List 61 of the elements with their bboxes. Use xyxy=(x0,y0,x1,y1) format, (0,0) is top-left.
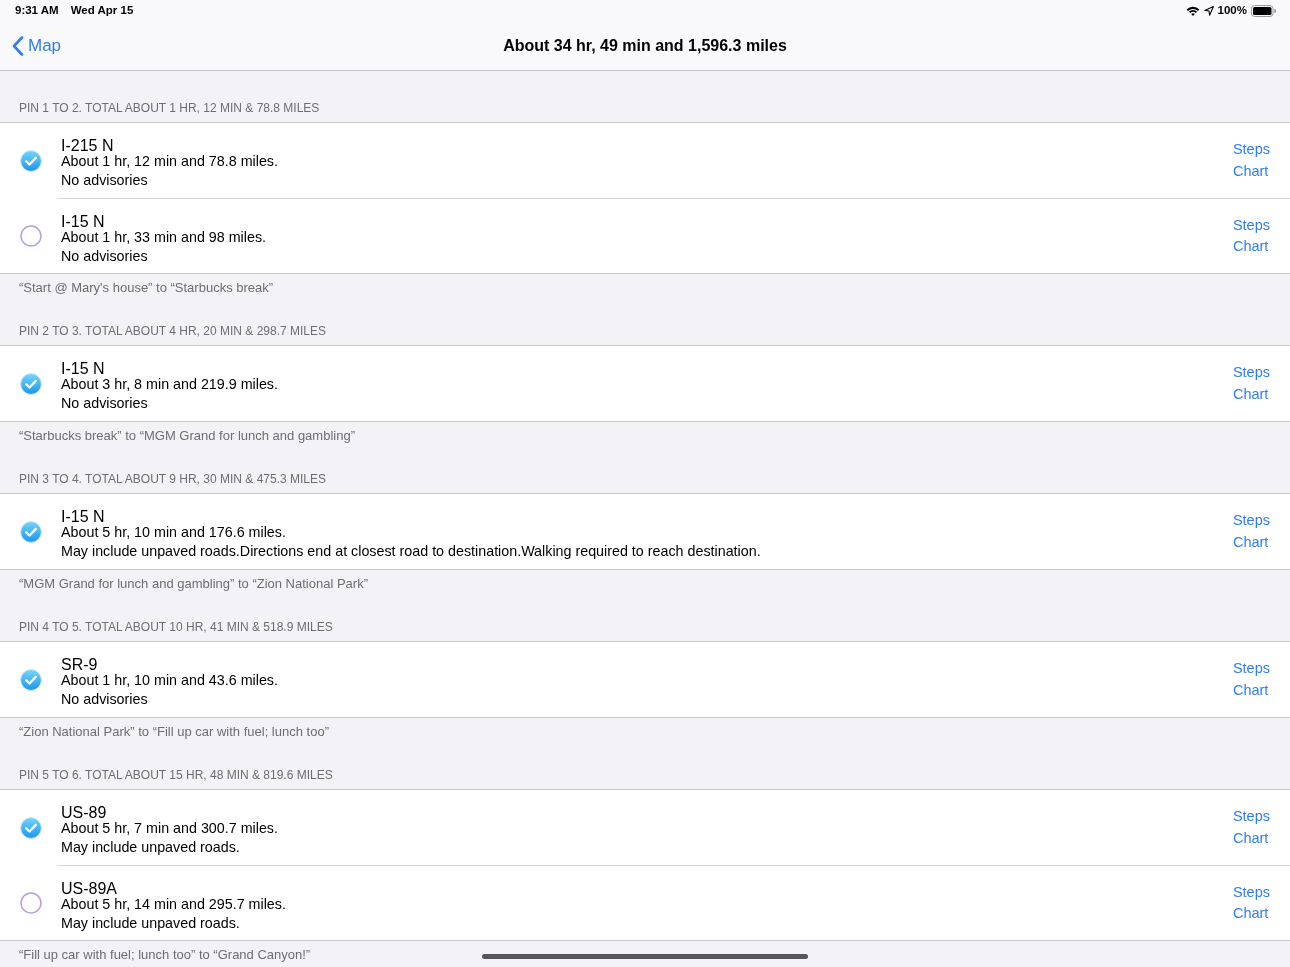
route-summary: About 1 hr, 12 min and 78.8 miles. xyxy=(61,154,278,169)
route-summary: About 5 hr, 10 min and 176.6 miles. xyxy=(61,525,286,540)
section-footer: “Starbucks break” to “MGM Grand for lunch and gambling” xyxy=(19,428,355,444)
route-summary: About 1 hr, 33 min and 98 miles. xyxy=(61,230,267,245)
check-circle-icon[interactable] xyxy=(20,816,42,839)
location-arrow-icon xyxy=(1203,6,1214,16)
route-name: I-215 N xyxy=(61,138,114,154)
route-name: US-89A xyxy=(61,881,118,897)
section-header: PIN 1 TO 2. TOTAL ABOUT 1 HR, 12 MIN & 78.8 MILES xyxy=(19,100,320,116)
route-advisory: May include unpaved roads. xyxy=(61,838,240,857)
route-advisory: May include unpaved roads.Directions end at closest road to destination.Walking required to reach destination. xyxy=(61,542,761,561)
section-header: PIN 3 TO 4. TOTAL ABOUT 9 HR, 30 MIN & 475.3 MILES xyxy=(19,471,326,487)
check-circle-icon[interactable] xyxy=(20,149,42,172)
section-footer: “Start @ Mary's house” to “Starbucks break” xyxy=(19,280,274,296)
action-link[interactable]: Steps xyxy=(1232,658,1270,680)
action-link[interactable]: Chart xyxy=(1232,160,1269,182)
section-header: PIN 2 TO 3. TOTAL ABOUT 4 HR, 20 MIN & 298.7 MILES xyxy=(19,323,326,339)
status-time: 9:31 AM xyxy=(15,3,59,19)
empty-circle-icon[interactable] xyxy=(20,891,42,914)
action-link[interactable]: Steps xyxy=(1232,881,1270,903)
battery-icon xyxy=(1251,5,1276,17)
route-summary: About 3 hr, 8 min and 219.9 miles. xyxy=(61,377,278,392)
section-footer: “MGM Grand for lunch and gambling” to “Zion National Park” xyxy=(19,576,368,592)
nav-title: About 34 hr, 49 min and 1,596.3 miles xyxy=(503,36,787,56)
action-link[interactable]: Steps xyxy=(1232,362,1270,384)
route-name: US-89 xyxy=(61,805,107,821)
route-advisory: No advisories xyxy=(61,171,148,190)
check-circle-icon[interactable] xyxy=(20,668,42,691)
action-link[interactable]: Chart xyxy=(1232,903,1269,925)
section-footer: “Zion National Park” to “Fill up car with fuel; lunch too” xyxy=(19,724,329,740)
route-advisory: No advisories xyxy=(61,690,148,709)
wifi-icon xyxy=(1185,6,1200,16)
route-summary: About 1 hr, 10 min and 43.6 miles. xyxy=(61,673,278,688)
back-button[interactable]: Map xyxy=(12,35,66,57)
check-circle-icon[interactable] xyxy=(20,372,42,395)
route-summary: About 5 hr, 7 min and 300.7 miles. xyxy=(61,821,278,836)
route-name: SR-9 xyxy=(61,657,98,673)
action-link[interactable]: Steps xyxy=(1232,214,1270,236)
empty-circle-icon[interactable] xyxy=(20,224,42,247)
action-link[interactable]: Steps xyxy=(1232,510,1270,532)
status-date: Wed Apr 15 xyxy=(69,3,134,19)
route-advisory: May include unpaved roads. xyxy=(61,914,240,933)
route-name: I-15 N xyxy=(61,509,105,525)
route-summary: About 5 hr, 14 min and 295.7 miles. xyxy=(61,897,286,912)
action-link[interactable]: Chart xyxy=(1232,383,1269,405)
action-link[interactable]: Chart xyxy=(1232,827,1269,849)
route-name: I-15 N xyxy=(61,361,105,377)
chevron-left-icon xyxy=(12,36,24,56)
action-link[interactable]: Steps xyxy=(1232,806,1270,828)
action-link[interactable]: Chart xyxy=(1232,679,1269,701)
route-name: I-15 N xyxy=(61,214,105,230)
route-advisory: No advisories xyxy=(61,394,148,413)
action-link[interactable]: Steps xyxy=(1232,139,1270,161)
section-header: PIN 5 TO 6. TOTAL ABOUT 15 HR, 48 MIN & 819.6 MILES xyxy=(19,767,333,783)
section-footer: “Fill up car with fuel; lunch too” to “Grand Canyon!” xyxy=(19,947,311,963)
section-header: PIN 4 TO 5. TOTAL ABOUT 10 HR, 41 MIN & 518.9 MILES xyxy=(19,619,333,635)
check-circle-icon[interactable] xyxy=(20,520,42,543)
action-link[interactable]: Chart xyxy=(1232,531,1269,553)
route-advisory: No advisories xyxy=(61,247,148,266)
action-link[interactable]: Chart xyxy=(1232,236,1269,258)
battery-percent: 100% xyxy=(1217,3,1247,19)
